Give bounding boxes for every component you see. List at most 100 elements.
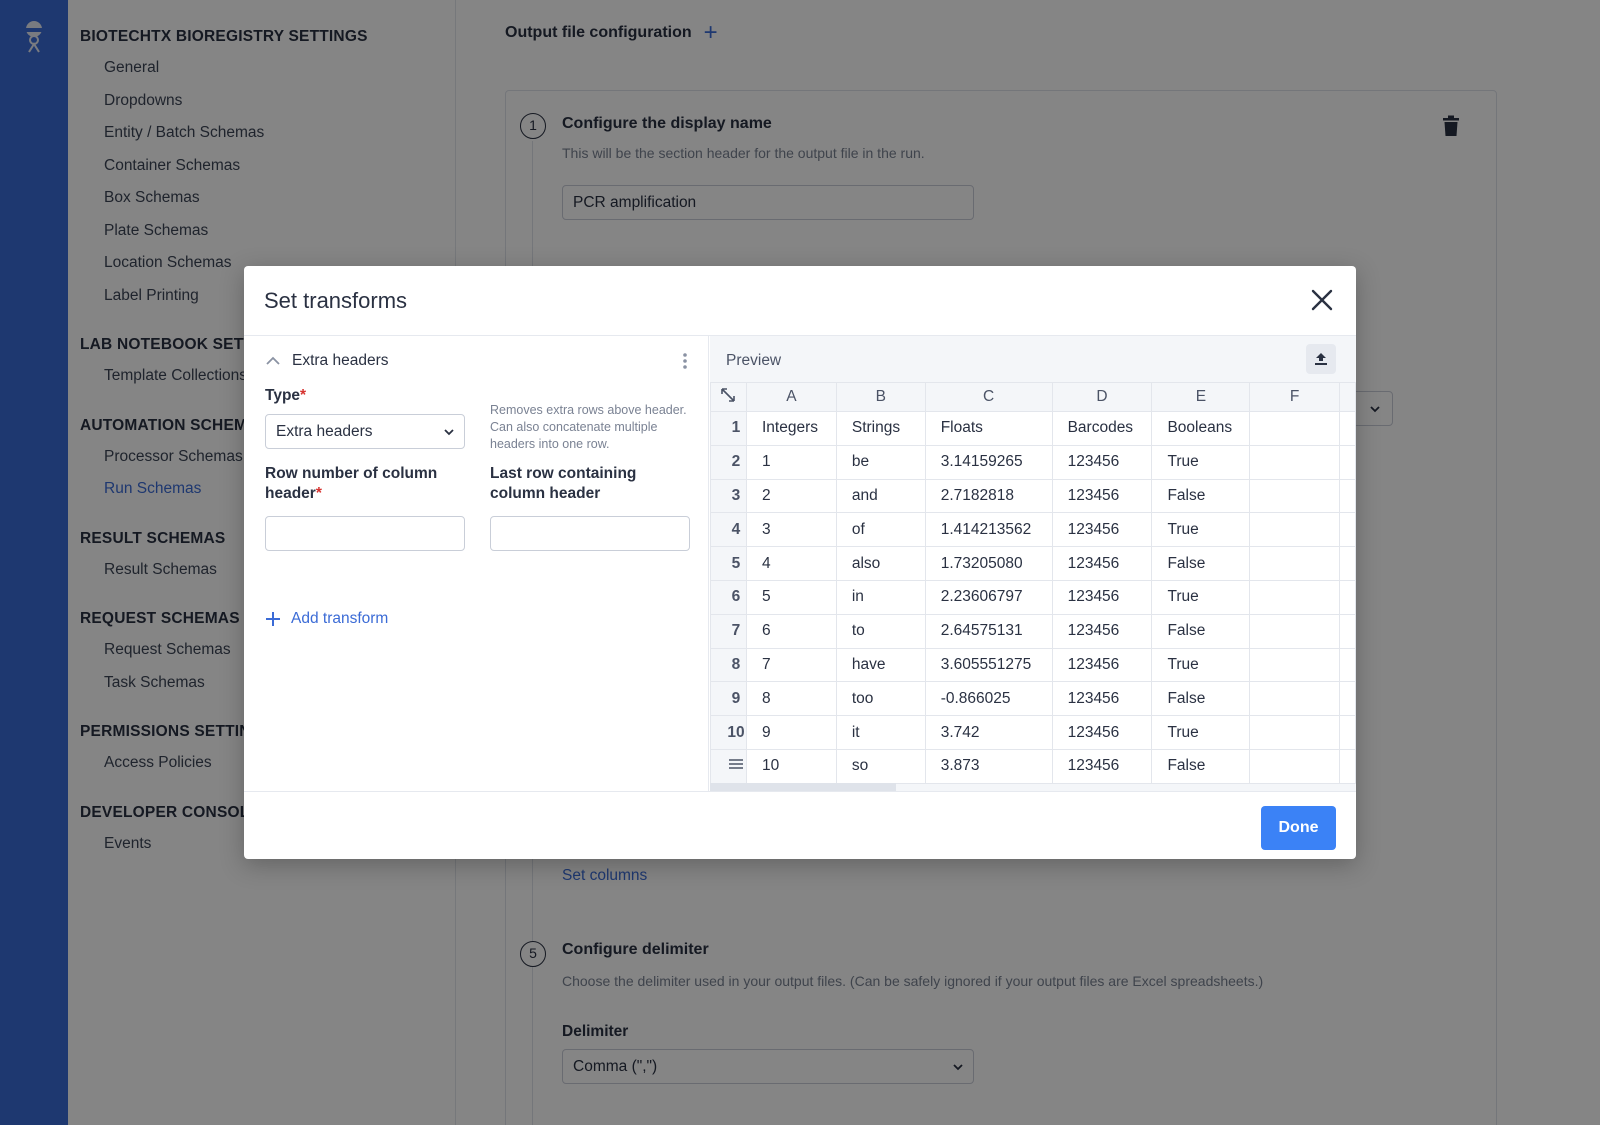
table-cell[interactable]: [1249, 512, 1340, 548]
table-cell[interactable]: [1249, 579, 1340, 615]
table-cell[interactable]: to: [835, 613, 926, 649]
column-header[interactable]: E: [1151, 382, 1251, 412]
table-cell[interactable]: False: [1151, 748, 1251, 784]
column-header[interactable]: B: [835, 382, 926, 412]
table-cell[interactable]: Barcodes: [1051, 411, 1153, 446]
table-cell[interactable]: 3.742: [924, 715, 1053, 750]
table-cell[interactable]: have: [835, 647, 926, 683]
table-row: 9 8 too -0.866025 123456 False: [710, 681, 1356, 717]
table-cell[interactable]: True: [1151, 579, 1251, 615]
row-header[interactable]: 9: [710, 681, 747, 717]
table-cell[interactable]: True: [1151, 715, 1251, 750]
table-cell[interactable]: [1249, 444, 1340, 480]
type-select[interactable]: Extra headers: [265, 414, 465, 449]
table-cell[interactable]: False: [1151, 681, 1251, 717]
table-cell[interactable]: [1249, 715, 1340, 750]
table-cell[interactable]: 5: [745, 579, 837, 615]
table-cell[interactable]: Integers: [745, 411, 837, 446]
table-cell[interactable]: True: [1151, 444, 1251, 480]
table-cell[interactable]: False: [1151, 478, 1251, 514]
last-row-input[interactable]: [490, 516, 690, 551]
table-cell[interactable]: 4: [745, 546, 837, 581]
table-cell[interactable]: [1249, 478, 1340, 514]
table-cell[interactable]: 123456: [1051, 546, 1153, 581]
table-cell[interactable]: False: [1151, 613, 1251, 649]
row-header[interactable]: 1: [710, 411, 747, 446]
table-cell[interactable]: so: [835, 748, 926, 784]
row-number-input[interactable]: [265, 516, 465, 551]
chevron-up-icon[interactable]: [266, 356, 280, 366]
row-header[interactable]: 3: [710, 478, 747, 514]
row-header-more[interactable]: [710, 748, 747, 784]
table-cell[interactable]: 8: [745, 681, 837, 717]
table-cell-filler: [1338, 647, 1356, 683]
row-header[interactable]: 8: [710, 647, 747, 683]
table-cell[interactable]: 123456: [1051, 681, 1153, 717]
table-cell[interactable]: 3.605551275: [924, 647, 1053, 683]
table-cell[interactable]: 10: [745, 748, 837, 784]
table-cell[interactable]: [1249, 647, 1340, 683]
column-header[interactable]: A: [745, 382, 837, 412]
more-options-icon[interactable]: [682, 352, 688, 370]
row-header[interactable]: 6: [710, 579, 747, 615]
row-header[interactable]: 7: [710, 613, 747, 649]
table-cell[interactable]: 2: [745, 478, 837, 514]
table-cell[interactable]: Floats: [924, 411, 1053, 446]
table-cell[interactable]: 2.64575131: [924, 613, 1053, 649]
horizontal-scrollbar[interactable]: [710, 783, 896, 791]
table-cell[interactable]: 123456: [1051, 748, 1153, 784]
preview-table[interactable]: ABCDEF 1 Integers Strings Floats Barcodes Boo…: [710, 382, 1356, 784]
column-header[interactable]: C: [924, 382, 1053, 412]
table-cell-filler: [1338, 613, 1356, 649]
table-cell[interactable]: 123456: [1051, 512, 1153, 548]
table-cell[interactable]: [1249, 613, 1340, 649]
row-header[interactable]: 10: [710, 715, 747, 750]
add-transform-button[interactable]: Add transform: [265, 610, 388, 628]
table-cell[interactable]: 3.14159265: [924, 444, 1053, 480]
type-label-text: Type: [265, 387, 301, 404]
table-cell[interactable]: [1249, 411, 1340, 446]
table-cell[interactable]: too: [835, 681, 926, 717]
table-cell[interactable]: [1249, 546, 1340, 581]
table-cell[interactable]: 2.23606797: [924, 579, 1053, 615]
table-cell[interactable]: 123456: [1051, 579, 1153, 615]
table-cell[interactable]: Strings: [835, 411, 926, 446]
table-cell[interactable]: True: [1151, 647, 1251, 683]
table-cell[interactable]: in: [835, 579, 926, 615]
row-header[interactable]: 5: [710, 546, 747, 581]
close-icon[interactable]: [1308, 286, 1336, 314]
export-button[interactable]: [1306, 344, 1336, 374]
table-cell[interactable]: 3.873: [924, 748, 1053, 784]
table-cell[interactable]: [1249, 681, 1340, 717]
table-cell[interactable]: 1.73205080: [924, 546, 1053, 581]
table-cell[interactable]: 123456: [1051, 647, 1153, 683]
column-header[interactable]: D: [1051, 382, 1153, 412]
transform-accordion-header[interactable]: Extra headers: [266, 352, 389, 370]
table-cell[interactable]: [1249, 748, 1340, 784]
table-cell[interactable]: it: [835, 715, 926, 750]
table-cell[interactable]: 123456: [1051, 715, 1153, 750]
table-cell[interactable]: 123456: [1051, 478, 1153, 514]
table-cell[interactable]: 123456: [1051, 613, 1153, 649]
table-cell[interactable]: -0.866025: [924, 681, 1053, 717]
table-cell[interactable]: 6: [745, 613, 837, 649]
row-header[interactable]: 2: [710, 444, 747, 480]
table-cell[interactable]: 1.414213562: [924, 512, 1053, 548]
table-cell[interactable]: 7: [745, 647, 837, 683]
table-cell[interactable]: 2.7182818: [924, 478, 1053, 514]
table-cell[interactable]: 1: [745, 444, 837, 480]
table-cell[interactable]: and: [835, 478, 926, 514]
table-cell[interactable]: False: [1151, 546, 1251, 581]
column-header[interactable]: F: [1249, 382, 1340, 412]
row-header[interactable]: 4: [710, 512, 747, 548]
table-cell[interactable]: Booleans: [1151, 411, 1251, 446]
table-cell[interactable]: 3: [745, 512, 837, 548]
table-cell[interactable]: 123456: [1051, 444, 1153, 480]
table-cell[interactable]: 9: [745, 715, 837, 750]
table-cell[interactable]: of: [835, 512, 926, 548]
table-cell[interactable]: be: [835, 444, 926, 480]
done-button[interactable]: Done: [1261, 806, 1336, 850]
table-cell[interactable]: True: [1151, 512, 1251, 548]
table-cell[interactable]: also: [835, 546, 926, 581]
expand-corner[interactable]: [710, 382, 747, 412]
